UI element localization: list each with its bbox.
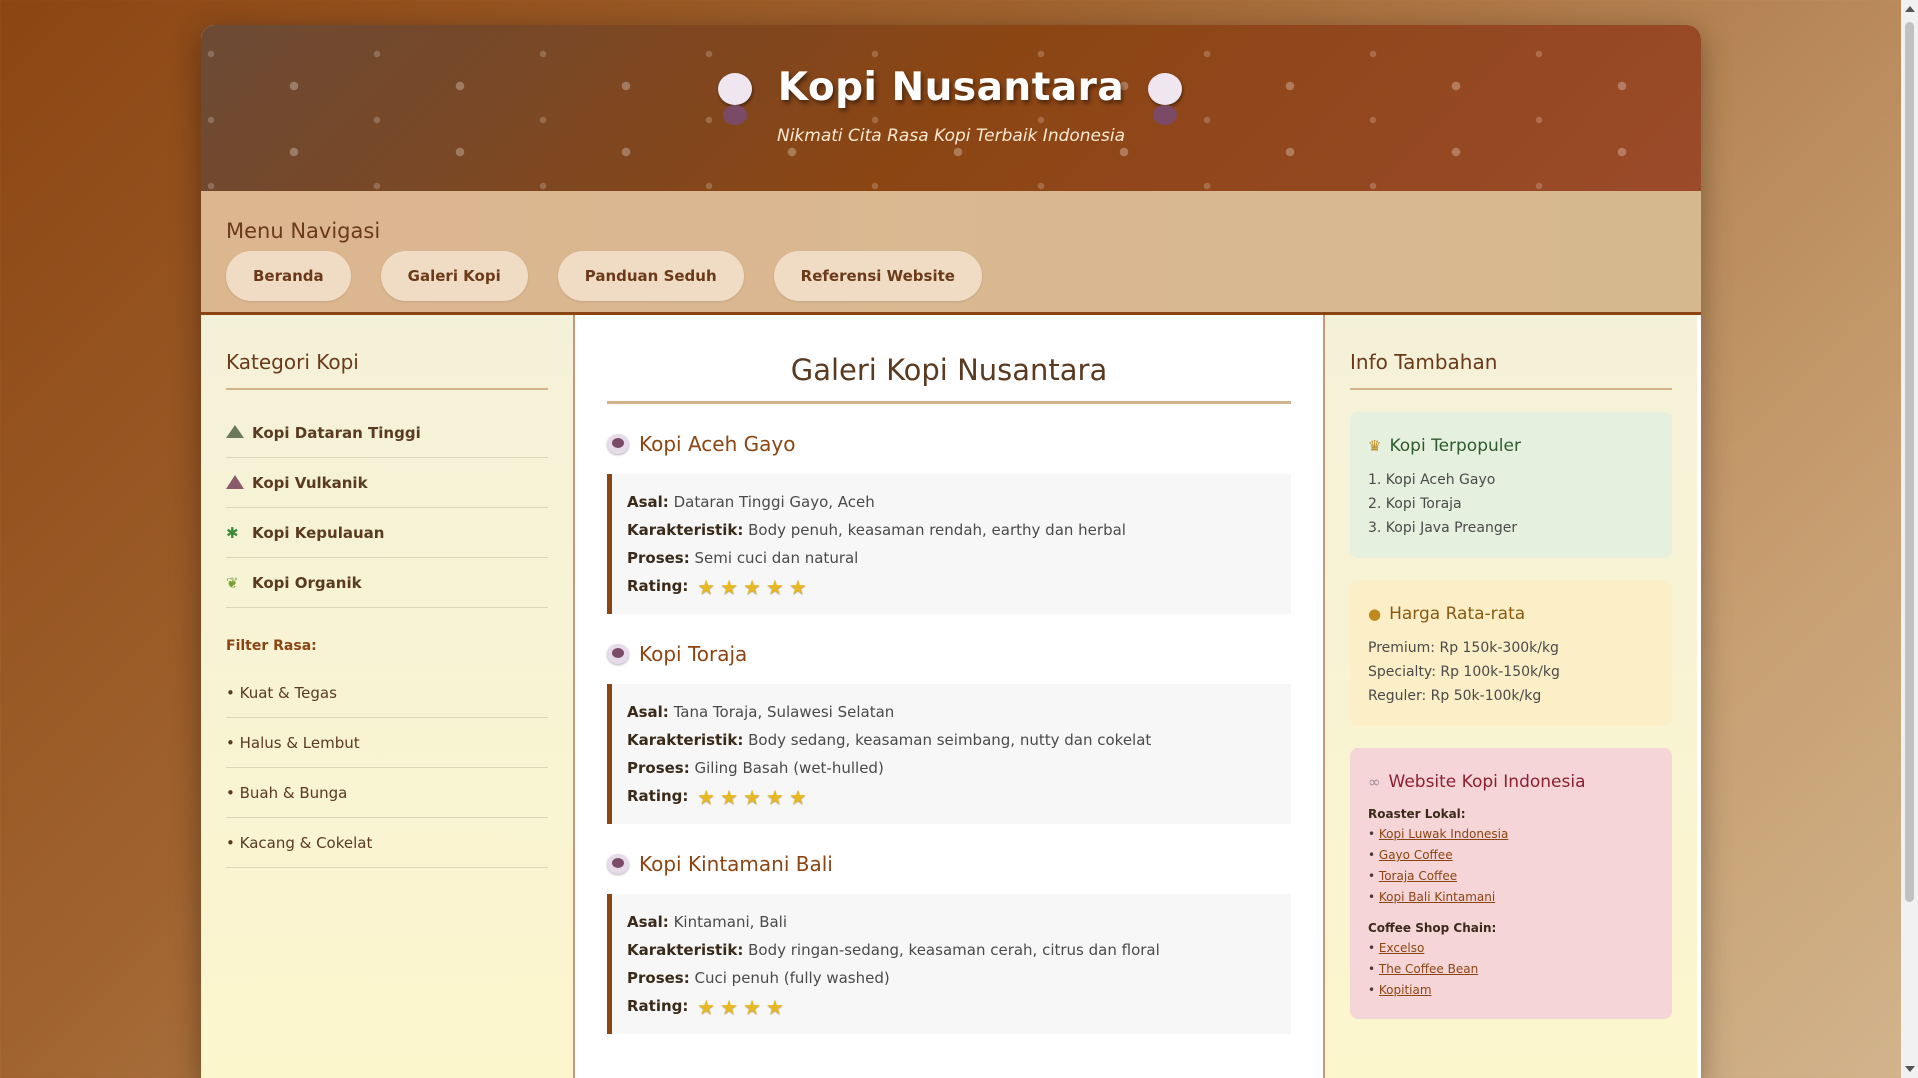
category-item[interactable]: Kopi Vulkanik — [226, 458, 548, 508]
filter-label: Filter Rasa: — [226, 638, 317, 654]
category-item[interactable]: ✱ Kopi Kepulauan — [226, 508, 548, 558]
rating-stars: ★ ★ ★ ★ — [697, 997, 784, 1017]
nav-button-panduan-seduh[interactable]: Panduan Seduh — [557, 251, 744, 301]
page-container: Kopi Nusantara Nikmati Cita Rasa Kopi Te… — [201, 25, 1701, 1078]
popular-coffee-box: ♛ Kopi Terpopuler 1. Kopi Aceh Gayo 2. K… — [1350, 412, 1672, 558]
nav-heading: Menu Navigasi — [226, 219, 381, 243]
star-icon: ★ — [720, 994, 739, 1019]
scrollbar-thumb[interactable] — [1905, 22, 1914, 902]
palm-tree-icon: ✱ — [226, 523, 239, 542]
category-title: Kategori Kopi — [226, 350, 548, 390]
coffee-cup-icon — [1146, 69, 1186, 125]
filter-item[interactable]: • Buah & Bunga — [226, 768, 548, 818]
volcano-icon — [226, 474, 244, 491]
star-icon: ★ — [788, 784, 807, 809]
coffee-name: Kopi Aceh Gayo — [639, 432, 796, 456]
coffee-cup-icon — [607, 644, 629, 664]
coffee-cup-icon — [607, 854, 629, 874]
info-title: Info Tambahan — [1350, 350, 1672, 390]
site-subtitle: Nikmati Cita Rasa Kopi Terbaik Indonesia — [776, 126, 1126, 146]
coffee-cup-icon — [607, 434, 629, 454]
nav-button-referensi-website[interactable]: Referensi Website — [773, 251, 982, 301]
website-link[interactable]: Kopi Bali Kintamani — [1379, 890, 1495, 904]
site-title: Kopi Nusantara — [777, 65, 1125, 110]
star-icon: ★ — [766, 784, 784, 809]
filter-item[interactable]: • Kacang & Cokelat — [226, 818, 548, 868]
coffee-name: Kopi Kintamani Bali — [639, 852, 833, 876]
website-link[interactable]: Kopi Luwak Indonesia — [1379, 827, 1508, 841]
price-box: ● Harga Rata-rata Premium: Rp 150k-300k/… — [1350, 580, 1672, 726]
star-icon: ★ — [743, 784, 761, 809]
right-sidebar: Info Tambahan ♛ Kopi Terpopuler 1. Kopi … — [1325, 315, 1697, 1078]
coffee-card: Kopi Aceh Gayo Asal: Dataran Tinggi Gayo… — [607, 432, 1291, 614]
gallery-title: Galeri Kopi Nusantara — [607, 353, 1291, 404]
coffee-card: Kopi Kintamani Bali Asal: Kintamani, Bal… — [607, 852, 1291, 1034]
trophy-icon: ♛ — [1368, 437, 1382, 455]
filter-item[interactable]: • Halus & Lembut — [226, 718, 548, 768]
scroll-up-arrow-icon[interactable] — [1905, 6, 1915, 12]
left-sidebar: Kategori Kopi Kopi Dataran Tinggi Kopi V… — [201, 315, 575, 1078]
website-link[interactable]: Toraja Coffee — [1379, 869, 1457, 883]
leaf-icon: ❦ — [226, 573, 239, 592]
page-scrollbar[interactable] — [1901, 0, 1918, 1078]
money-bag-icon: ● — [1368, 605, 1382, 623]
star-icon: ★ — [697, 574, 716, 599]
star-icon: ★ — [697, 784, 716, 809]
star-icon: ★ — [788, 574, 807, 599]
star-icon: ★ — [720, 574, 739, 599]
navigation-menu: Menu Navigasi Beranda Galeri Kopi Pandua… — [201, 191, 1701, 315]
filter-item[interactable]: • Kuat & Tegas — [226, 668, 548, 718]
mountain-icon — [226, 424, 244, 441]
star-icon: ★ — [720, 784, 739, 809]
rating-stars: ★ ★ ★ ★ ★ — [697, 787, 807, 807]
website-link[interactable]: Excelso — [1379, 941, 1424, 955]
category-item[interactable]: ❦ Kopi Organik — [226, 558, 548, 608]
category-item[interactable]: Kopi Dataran Tinggi — [226, 408, 548, 458]
rating-stars: ★ ★ ★ ★ ★ — [697, 577, 807, 597]
websites-box: ∞ Website Kopi Indonesia Roaster Lokal: … — [1350, 748, 1672, 1019]
gallery-content: Galeri Kopi Nusantara Kopi Aceh Gayo Asa… — [575, 315, 1325, 1078]
nav-button-galeri-kopi[interactable]: Galeri Kopi — [380, 251, 528, 301]
nav-button-beranda[interactable]: Beranda — [226, 251, 351, 301]
scroll-down-arrow-icon[interactable] — [1905, 1066, 1915, 1072]
website-link[interactable]: The Coffee Bean — [1379, 962, 1478, 976]
website-link[interactable]: Gayo Coffee — [1379, 848, 1453, 862]
star-icon: ★ — [743, 574, 761, 599]
star-icon: ★ — [766, 994, 784, 1019]
link-icon: ∞ — [1368, 773, 1381, 791]
site-header: Kopi Nusantara Nikmati Cita Rasa Kopi Te… — [201, 25, 1701, 191]
star-icon: ★ — [697, 994, 716, 1019]
coffee-card: Kopi Toraja Asal: Tana Toraja, Sulawesi … — [607, 642, 1291, 824]
coffee-cup-icon — [716, 69, 756, 125]
star-icon: ★ — [766, 574, 784, 599]
website-link[interactable]: Kopitiam — [1379, 983, 1432, 997]
star-icon: ★ — [743, 994, 761, 1019]
coffee-name: Kopi Toraja — [639, 642, 748, 666]
